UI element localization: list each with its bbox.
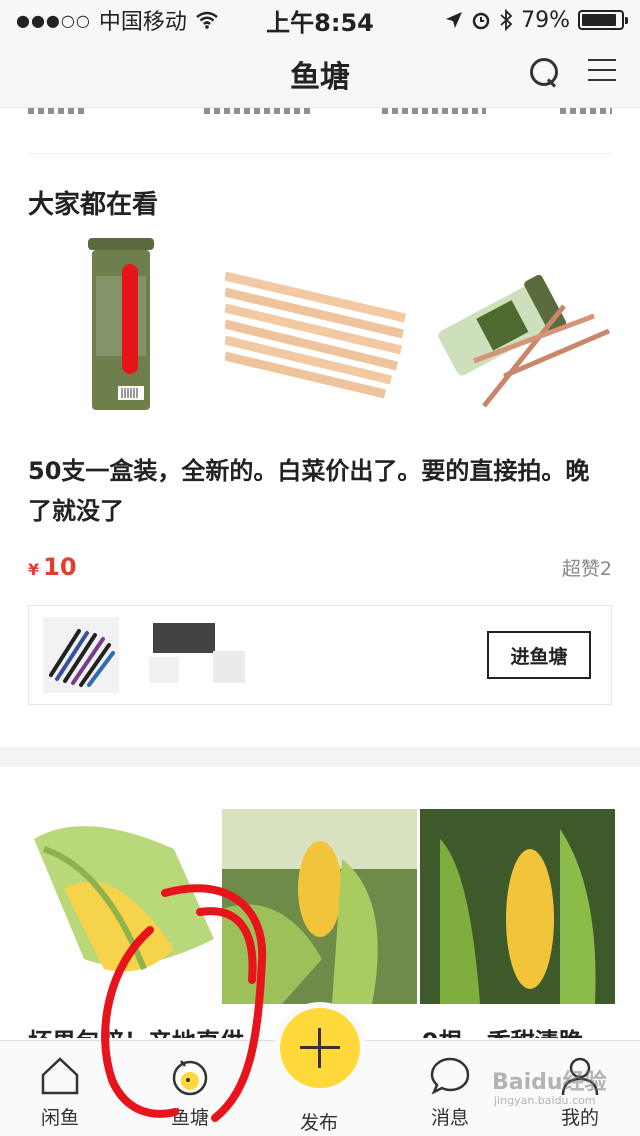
signal-icon: ●●●○○: [16, 10, 91, 30]
product-image[interactable]: [24, 809, 219, 1004]
pond-name-redacted: [149, 623, 249, 687]
product-image[interactable]: [223, 236, 420, 431]
post-description[interactable]: 50支一盒装，全新的。白菜价出了。要的直接拍。晚了就没了: [28, 451, 612, 531]
pencil-tube-image: [88, 238, 154, 410]
tab-label: 消息: [430, 1107, 469, 1129]
tab-xianyu[interactable]: 闲鱼: [20, 1055, 100, 1130]
enter-pond-button[interactable]: 进鱼塘: [487, 631, 591, 679]
product-image[interactable]: [424, 236, 619, 431]
menu-icon[interactable]: [588, 56, 616, 84]
search-icon[interactable]: [528, 56, 560, 88]
tab-pond[interactable]: 鱼塘: [150, 1055, 230, 1130]
corn-image-2: [222, 809, 417, 1004]
corn-image-1: [34, 826, 214, 972]
tab-label: 鱼塘: [170, 1107, 209, 1129]
page-title: 鱼塘: [290, 59, 350, 95]
cut-tag: [382, 108, 486, 114]
status-time: 上午8:54: [266, 8, 374, 37]
nav-bar: 鱼塘: [0, 40, 640, 108]
product-image[interactable]: [222, 809, 417, 1004]
tab-label: 闲鱼: [40, 1107, 79, 1129]
cut-tag: [28, 108, 88, 114]
battery-icon: [578, 10, 628, 30]
location-icon: [446, 12, 463, 28]
product-image[interactable]: [26, 236, 221, 431]
alarm-icon: [472, 12, 490, 30]
post-images[interactable]: [0, 236, 640, 431]
plus-icon: [300, 1028, 340, 1068]
bluetooth-icon: [500, 9, 513, 31]
status-bar: ●●●○○ 中国移动 上午8:54 79%: [0, 0, 640, 40]
scrolled-tag-row: [28, 108, 612, 154]
pencils-image: [223, 271, 407, 399]
publish-label: 发布: [300, 1112, 339, 1134]
feed[interactable]: 大家都在看 50支一盒装，全新的。白菜价出了。要的直接拍。晚了就没了 ¥ 10 …: [0, 108, 640, 1038]
section-title: 大家都在看: [28, 190, 159, 220]
watermark-sub: jingyan.baidu.com: [494, 1094, 596, 1107]
pond-thumbnail: [43, 617, 119, 693]
watermark: Baidu经验: [492, 1070, 607, 1095]
status-left: ●●●○○ 中国移动: [16, 4, 219, 36]
status-right: 79%: [445, 7, 628, 33]
likes-count[interactable]: 超赞2: [562, 554, 612, 581]
tab-label: 我的: [560, 1107, 599, 1129]
battery-percent: 79%: [521, 7, 570, 33]
cut-tag: [204, 108, 312, 114]
price-symbol: ¥: [28, 560, 40, 579]
pencil-tube-open-image: [438, 274, 610, 408]
corn-image-3: [420, 809, 615, 1004]
price-row: ¥10 超赞2: [28, 553, 612, 581]
nav-actions: [528, 56, 616, 88]
price: ¥10: [28, 553, 77, 581]
post-images-2[interactable]: [0, 809, 640, 1004]
message-icon: [430, 1057, 470, 1095]
tab-messages[interactable]: 消息: [410, 1055, 490, 1130]
wifi-icon: [196, 11, 218, 29]
product-image[interactable]: [420, 809, 615, 1004]
publish-button[interactable]: [274, 1002, 366, 1094]
home-icon: [41, 1057, 79, 1095]
pond-card[interactable]: 进鱼塘: [28, 605, 612, 705]
carrier-label: 中国移动: [98, 10, 187, 35]
post-description-2-start: 坏果包赔！产地直供，: [28, 1028, 268, 1038]
pond-icon: [172, 1060, 208, 1096]
pond-info-group: [43, 617, 249, 693]
cut-tag: [560, 108, 612, 114]
section-divider: [0, 747, 640, 767]
price-value: 10: [43, 553, 77, 581]
